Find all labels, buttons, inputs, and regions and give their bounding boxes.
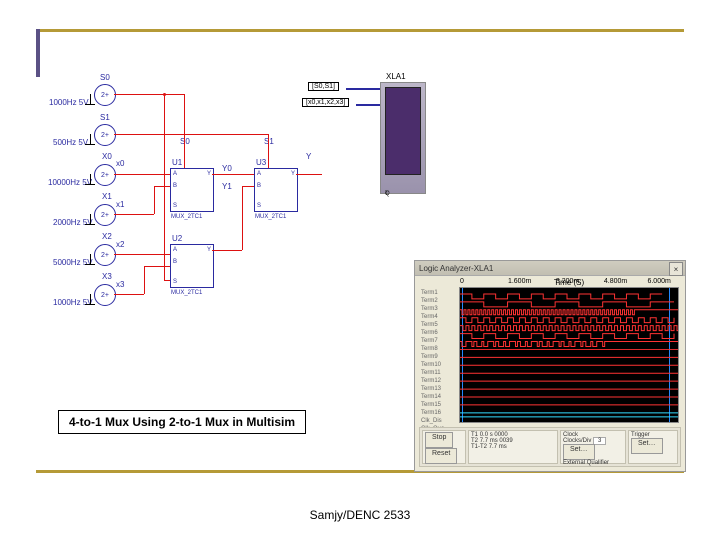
mux-U2: AY B S MUX_2TC1 [170, 244, 214, 288]
net-Y0: Y0 [222, 164, 232, 173]
src-sub-x1: x1 [116, 200, 124, 209]
la-waveforms-svg [460, 288, 678, 421]
accent-rule-top [36, 29, 684, 32]
bus-x-label: [x0,x1,x2,x3] [302, 98, 349, 107]
la-signal-labels: Term1 Term2 Term3 Term4 Term5 Term6 Term… [421, 289, 457, 441]
src-freq-x1: 2000Hz 5V [53, 218, 93, 227]
src-label-X2: X2 [102, 232, 112, 241]
caption-box: 4-to-1 Mux Using 2-to-1 Mux in Multisim [58, 410, 306, 434]
mux-U1: AY B S MUX_2TC1 [170, 168, 214, 212]
src-label-S1: S1 [100, 113, 110, 122]
src-x3: 2+ [94, 284, 116, 306]
logic-analyzer-window: Logic Analyzer-XLA1 × Term1 Term2 Term3 … [414, 260, 686, 472]
src-sub-x0: x0 [116, 159, 124, 168]
src-freq-x0: 10000Hz 5V [48, 178, 92, 187]
src-label-S0: S0 [100, 73, 110, 82]
la-stop-button[interactable]: Stop [425, 432, 453, 448]
la-clockdiv-input[interactable]: 3 [593, 437, 606, 445]
la-title: Logic Analyzer-XLA1 [419, 264, 493, 273]
mux-U2-ref: U2 [172, 234, 182, 243]
src-freq-S1: 500Hz 5V [53, 138, 88, 147]
la-trigger-set-button[interactable]: Set… [631, 438, 663, 454]
src-freq-x2: 5000Hz 5V [53, 258, 93, 267]
net-Y1: Y1 [222, 182, 232, 191]
la-waveform-area[interactable]: Time (S) 0 1.600m 3.200m 4.800m 6.000m [459, 287, 679, 423]
net-Y: Y [306, 152, 311, 161]
la-control-panel: Stop Reset T1 0.0 s 0000 T2 7.7 ms 0039 … [419, 427, 681, 467]
src-S0: 2+ [94, 84, 116, 106]
src-freq-x3: 1000Hz 5V [53, 298, 93, 307]
la-clock-set-button[interactable]: Set… [563, 444, 595, 460]
accent-bar-left [36, 29, 40, 77]
src-x1: 2+ [94, 204, 116, 226]
mux-U1-ref: U1 [172, 158, 182, 167]
src-x0: 2+ [94, 164, 116, 186]
schematic-diagram: S0 2+ 1000Hz 5V S1 2+ 500Hz 5V X0 x0 2+ … [50, 80, 430, 400]
la-reset-button[interactable]: Reset [425, 448, 457, 464]
src-label-X1: X1 [102, 192, 112, 201]
src-S1: 2+ [94, 124, 116, 146]
footer-text: Samjy/DENC 2533 [0, 508, 720, 522]
src-sub-x3: x3 [116, 280, 124, 289]
caption-text: 4-to-1 Mux Using 2-to-1 Mux in Multisim [69, 415, 295, 429]
bus-sel-label: [S0,S1] [308, 82, 339, 91]
mux-U3: AY B S MUX_2TC1 [254, 168, 298, 212]
src-freq-S0: 1000Hz 5V [49, 98, 89, 107]
src-sub-x2: x2 [116, 240, 124, 249]
close-icon[interactable]: × [669, 262, 683, 276]
mux-U3-ref: U3 [256, 158, 266, 167]
src-x2: 2+ [94, 244, 116, 266]
la-titlebar[interactable]: Logic Analyzer-XLA1 × [415, 261, 685, 276]
src-label-X0: X0 [102, 152, 112, 161]
instrument-ref: XLA1 [386, 72, 406, 81]
src-label-X3: X3 [102, 272, 112, 281]
